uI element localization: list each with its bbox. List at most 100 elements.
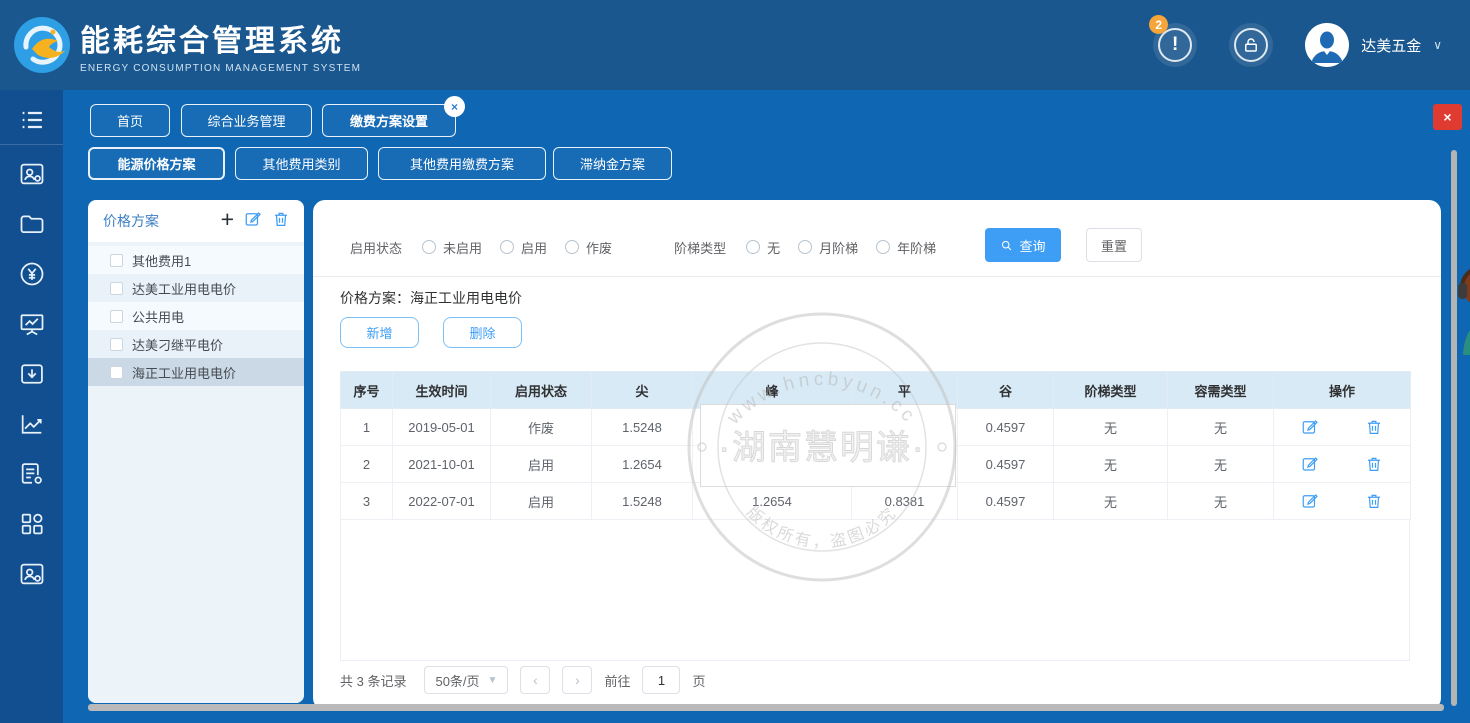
radio-icon[interactable] (876, 240, 890, 254)
subtab-other-fee-payment-plan[interactable]: 其他费用缴费方案 (378, 147, 546, 180)
plan-checkbox[interactable] (110, 366, 123, 379)
price-plan-tools: + (221, 209, 290, 229)
pagination-bar: 共 3 条记录 50条/页 ▼ ‹ › 前往 页 (340, 666, 706, 694)
delete-row-button[interactable] (1365, 455, 1383, 473)
plan-checkbox[interactable] (110, 338, 123, 351)
delete-plan-button[interactable] (272, 210, 290, 228)
sidebar-item-statistics[interactable] (0, 399, 63, 449)
sidebar-item-menu[interactable] (0, 95, 63, 145)
page-size-select[interactable]: 50条/页 ▼ (424, 666, 508, 694)
radio-label: 无 (767, 238, 780, 257)
sidebar-item-documents[interactable] (0, 199, 63, 249)
plan-list-item-selected[interactable]: 海正工业用电电价 (88, 358, 304, 386)
horizontal-scrollbar[interactable] (88, 704, 1444, 711)
delete-button[interactable]: 删除 (443, 317, 522, 348)
radio-status-not-enabled[interactable]: 未启用 (422, 238, 482, 257)
add-button[interactable]: 新增 (340, 317, 419, 348)
plan-item-label: 公共用电 (132, 307, 184, 326)
user-card-settings-icon-2 (18, 560, 46, 588)
user-menu[interactable]: 达美五金 ∨ (1305, 23, 1442, 67)
price-plan-panel: 价格方案 + 其他费用1 达美工业用电电价 公共用电 (88, 200, 304, 703)
delete-row-button[interactable] (1365, 492, 1383, 510)
lock-icon[interactable] (1229, 23, 1273, 67)
sidebar-item-billing[interactable] (0, 249, 63, 299)
user-card-settings-icon (18, 160, 46, 188)
radio-tier-none[interactable]: 无 (746, 238, 780, 257)
sidebar-item-report-settings[interactable] (0, 449, 63, 499)
document-settings-icon (18, 460, 46, 488)
trash-icon (1365, 455, 1383, 473)
edit-icon (1301, 492, 1319, 510)
tab-payment-plan-settings[interactable]: 缴费方案设置 (322, 104, 456, 137)
caret-down-icon: ▼ (488, 675, 498, 686)
subtab-other-fee-category[interactable]: 其他费用类别 (235, 147, 368, 180)
add-plan-button[interactable]: + (221, 209, 234, 229)
radio-icon[interactable] (565, 240, 579, 254)
delete-button-label: 删除 (469, 323, 495, 342)
sidebar-item-user-management[interactable] (0, 149, 63, 199)
close-page-button[interactable]: × (1433, 104, 1462, 130)
folder-icon (18, 210, 46, 238)
plan-list-item[interactable]: 公共用电 (88, 302, 304, 330)
search-icon (1000, 239, 1013, 252)
radio-icon[interactable] (798, 240, 812, 254)
edit-row-button[interactable] (1301, 418, 1319, 436)
delete-row-button[interactable] (1365, 418, 1383, 436)
currency-refresh-icon (18, 260, 46, 288)
price-plan-panel-title: 价格方案 (103, 211, 159, 231)
col-sharp: 尖 (592, 372, 693, 409)
status-filter-label: 启用状态 (350, 238, 402, 257)
tab-business-management[interactable]: 综合业务管理 (181, 104, 312, 137)
sidebar-item-user-config[interactable] (0, 549, 63, 599)
query-button[interactable]: 查询 (985, 228, 1061, 262)
alert-icon[interactable]: 2 ! (1153, 23, 1197, 67)
subtab-other-fee-category-label: 其他费用类别 (262, 154, 340, 173)
radio-icon[interactable] (500, 240, 514, 254)
sidebar-item-data-download[interactable] (0, 349, 63, 399)
col-operations: 操作 (1274, 372, 1411, 409)
tab-close-badge-glyph: × (451, 100, 458, 114)
customer-service-avatar[interactable] (1455, 265, 1470, 355)
page-size-value: 50条/页 (435, 671, 479, 690)
edit-row-button[interactable] (1301, 492, 1319, 510)
radio-tier-monthly[interactable]: 月阶梯 (798, 238, 858, 257)
reset-button-label: 重置 (1101, 236, 1127, 255)
reset-button[interactable]: 重置 (1086, 228, 1142, 262)
radio-icon[interactable] (422, 240, 436, 254)
filter-bar: 启用状态 未启用 启用 作废 阶梯类型 无 (350, 230, 936, 264)
prev-page-button[interactable]: ‹ (520, 666, 550, 694)
app-logo-icon (12, 15, 72, 75)
page-number-input[interactable] (642, 666, 680, 694)
subtab-other-fee-payment-plan-label: 其他费用缴费方案 (410, 154, 514, 173)
subtab-late-fee-plan[interactable]: 滞纳金方案 (553, 147, 672, 180)
next-page-button[interactable]: › (562, 666, 592, 694)
radio-icon[interactable] (746, 240, 760, 254)
username: 达美五金 (1361, 35, 1421, 56)
plan-list-item[interactable]: 其他费用1 (88, 246, 304, 274)
sidebar-item-applications[interactable] (0, 499, 63, 549)
plan-checkbox[interactable] (110, 282, 123, 295)
radio-label: 作废 (586, 238, 612, 257)
total-records: 共 3 条记录 (340, 671, 406, 690)
tab-payment-plan-settings-label: 缴费方案设置 (350, 111, 428, 130)
col-flat: 平 (852, 372, 958, 409)
subtab-energy-price-plan[interactable]: 能源价格方案 (88, 147, 225, 180)
radio-label: 未启用 (443, 238, 482, 257)
vertical-scrollbar[interactable] (1451, 150, 1457, 706)
plan-checkbox[interactable] (110, 254, 123, 267)
trash-icon (272, 210, 290, 228)
col-tier-type: 阶梯类型 (1054, 372, 1168, 409)
tab-home[interactable]: 首页 (90, 104, 170, 137)
radio-tier-yearly[interactable]: 年阶梯 (876, 238, 936, 257)
radio-status-enabled[interactable]: 启用 (500, 238, 547, 257)
edit-row-button[interactable] (1301, 455, 1319, 473)
edit-icon (1301, 418, 1319, 436)
edit-plan-button[interactable] (244, 210, 262, 228)
sidebar-item-monitor-board[interactable] (0, 299, 63, 349)
radio-status-voided[interactable]: 作废 (565, 238, 612, 257)
plan-list-item[interactable]: 达美工业用电电价 (88, 274, 304, 302)
tier-filter-label: 阶梯类型 (674, 238, 726, 257)
plan-checkbox[interactable] (110, 310, 123, 323)
tab-close-badge[interactable]: × (444, 96, 465, 117)
plan-list-item[interactable]: 达美刁继平电价 (88, 330, 304, 358)
